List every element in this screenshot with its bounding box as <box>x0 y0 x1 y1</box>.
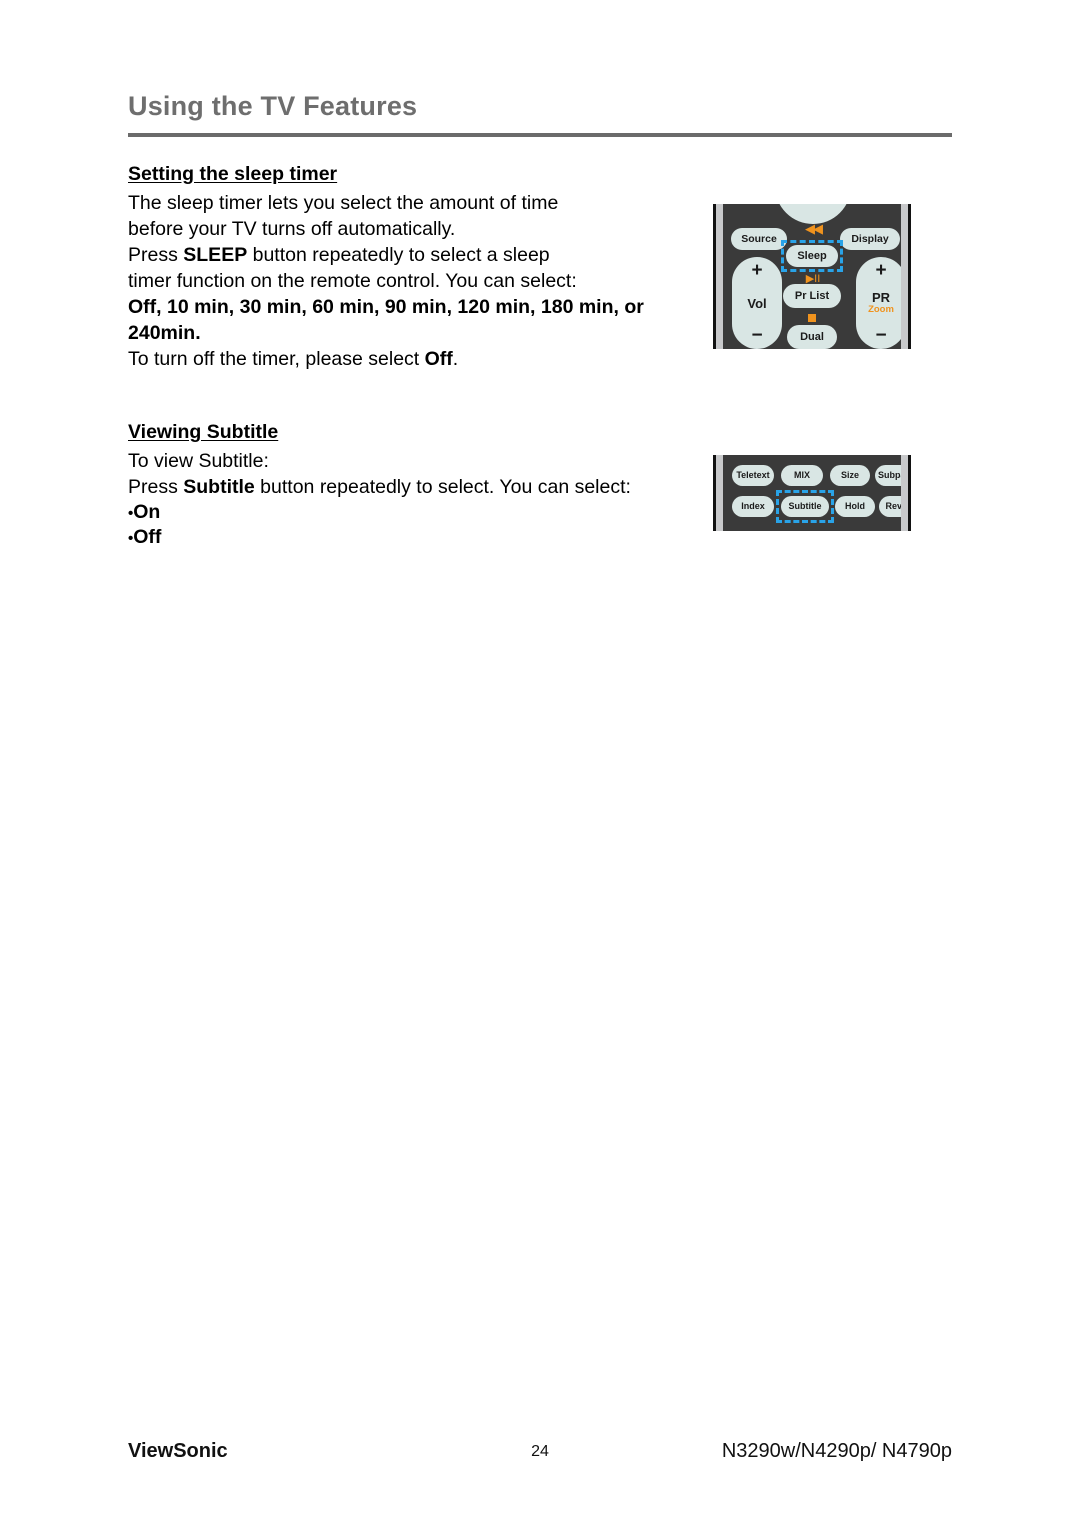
header-divider <box>128 132 952 137</box>
subtitle-option-on: •On <box>128 500 648 525</box>
remote-rocker-program: + PR Zoom − <box>856 257 901 349</box>
sleep-timer-line-3-pre: Press <box>128 243 184 266</box>
remote-button-teletext: Teletext <box>732 465 774 486</box>
off-option-name: Off <box>424 347 453 370</box>
sleep-timer-line-2: before your TV turns off automatically. <box>128 217 456 240</box>
volume-minus-label: − <box>751 325 763 346</box>
remote-button-index: Index <box>732 496 774 517</box>
remote-button-mix: MIX <box>781 465 823 486</box>
remote-button-sleep: Sleep <box>786 245 838 267</box>
volume-label: Vol <box>747 295 767 311</box>
remote-button-pr-list: Pr List <box>783 284 841 308</box>
section-viewing-subtitle: Viewing Subtitle To view Subtitle: Press… <box>128 420 648 550</box>
rewind-icon: ◀◀ <box>805 221 823 236</box>
viewing-subtitle-line-2: Press Subtitle button repeatedly to sele… <box>128 474 648 500</box>
remote-button-source: Source <box>731 228 787 250</box>
subtitle-option-on-label: On <box>133 500 161 523</box>
program-label-stack: PR Zoom <box>868 291 894 315</box>
sleep-timer-line-4: timer function on the remote control. Yo… <box>128 269 577 292</box>
subtitle-option-off: •Off <box>128 525 648 550</box>
viewing-subtitle-line-2-post: button repeatedly to select. You can sel… <box>254 475 631 498</box>
program-minus-label: − <box>875 325 887 346</box>
subtitle-option-off-label: Off <box>133 526 162 549</box>
section-heading-sleep-timer: Setting the sleep timer <box>128 163 338 185</box>
footer-model-numbers: N3290w/N4290p/ N4790p <box>721 1440 952 1462</box>
stop-icon <box>808 314 816 322</box>
sleep-timer-line-1: The sleep timer lets you select the amou… <box>128 191 559 214</box>
remote-button-hold: Hold <box>835 496 875 517</box>
remote-button-size: Size <box>830 465 870 486</box>
content-column: Setting the sleep timer The sleep timer … <box>128 162 648 550</box>
page-header: Using the TV Features <box>128 91 952 137</box>
volume-plus-label: + <box>751 260 763 281</box>
section-heading-viewing-subtitle: Viewing Subtitle <box>128 420 279 443</box>
figure-remote-sleep-button: ◀◀ Source Display Sleep ▶II Pr List Dual… <box>713 204 911 349</box>
remote-button-subtitle: Subtitle <box>781 496 829 517</box>
remote-rocker-volume: + Vol − <box>732 257 782 349</box>
sleep-timer-closing-post: . <box>452 347 459 370</box>
remote-button-display: Display <box>840 228 900 250</box>
sleep-timer-line-3-post: button repeatedly to select a sleep <box>247 243 550 266</box>
sleep-timer-options: Off, 10 min, 30 min, 60 min, 90 min, 120… <box>128 295 644 344</box>
zoom-label: Zoom <box>868 304 894 316</box>
remote-body: ◀◀ Source Display Sleep ▶II Pr List Dual… <box>723 204 901 349</box>
sleep-timer-closing-pre: To turn off the timer, please select <box>128 347 425 370</box>
section-sleep-timer: Setting the sleep timer The sleep timer … <box>128 162 648 372</box>
subtitle-button-name: Subtitle <box>183 475 255 498</box>
remote-button-reveal: Reveal <box>879 496 901 517</box>
remote-button-dual: Dual <box>787 325 837 349</box>
remote-body: Teletext MIX Size Subpage Index Subtitle… <box>723 455 901 531</box>
remote-button-subpage: Subpage <box>875 465 901 486</box>
program-label: PR <box>871 290 891 306</box>
sleep-timer-line-3: Press SLEEP button repeatedly to select … <box>128 242 648 268</box>
page-footer: ViewSonic 24 N3290w/N4290p/ N4790p <box>128 1441 952 1471</box>
program-plus-label: + <box>875 260 887 281</box>
viewing-subtitle-line-2-pre: Press <box>128 475 184 498</box>
page-title: Using the TV Features <box>128 91 418 121</box>
sleep-timer-closing: To turn off the timer, please select Off… <box>128 346 648 372</box>
sleep-button-name: SLEEP <box>183 243 248 266</box>
figure-remote-subtitle-button: Teletext MIX Size Subpage Index Subtitle… <box>713 455 911 531</box>
viewing-subtitle-line-1: To view Subtitle: <box>128 449 269 472</box>
